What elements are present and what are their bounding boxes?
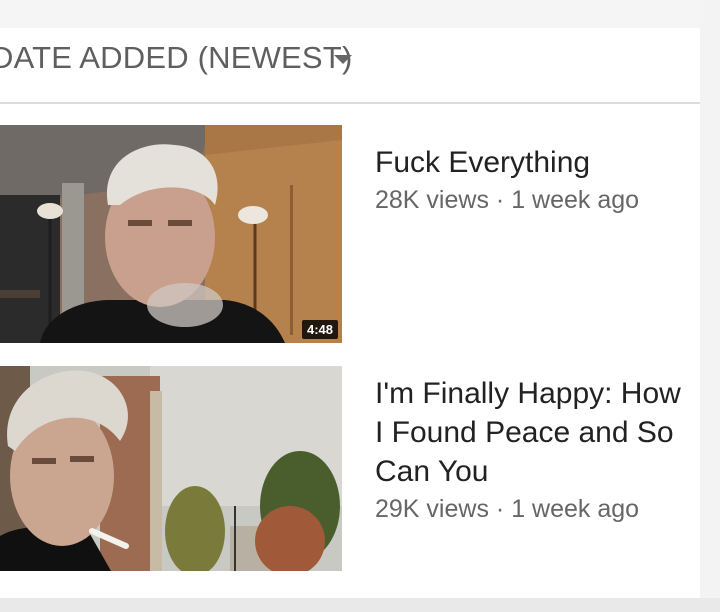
video-stats: 28K views · 1 week ago <box>375 183 695 217</box>
video-item[interactable]: 4:48 Fuck Everything 28K views · 1 week … <box>0 125 700 343</box>
separator-dot: · <box>495 495 505 523</box>
video-title[interactable]: Fuck Everything <box>375 143 695 182</box>
thumbnail-image <box>0 366 342 578</box>
view-count: 29K views <box>375 495 489 523</box>
video-stats: 29K views · 1 week ago <box>375 492 695 526</box>
chevron-down-icon[interactable] <box>334 55 352 64</box>
view-count: 28K views <box>375 186 489 214</box>
upload-age: 1 week ago <box>511 495 640 523</box>
video-list-page: DATE ADDED (NEWEST) 4:48 Fuck Everything… <box>0 0 720 612</box>
separator-dot: · <box>495 186 505 214</box>
video-title[interactable]: I'm Finally Happy: How I Found Peace and… <box>375 374 695 491</box>
video-thumbnail[interactable]: 4:48 <box>0 125 342 343</box>
top-strip <box>0 0 720 28</box>
video-item[interactable]: I'm Finally Happy: How I Found Peace and… <box>0 366 700 578</box>
video-meta[interactable]: I'm Finally Happy: How I Found Peace and… <box>375 374 695 526</box>
sort-label[interactable]: DATE ADDED (NEWEST) <box>0 40 352 76</box>
right-edge <box>700 0 720 612</box>
video-thumbnail[interactable] <box>0 366 342 578</box>
upload-age: 1 week ago <box>511 186 640 214</box>
bottom-edge <box>0 598 720 612</box>
duration-badge: 4:48 <box>301 320 338 339</box>
thumbnail-image <box>0 125 342 343</box>
video-meta[interactable]: Fuck Everything 28K views · 1 week ago <box>375 143 695 217</box>
